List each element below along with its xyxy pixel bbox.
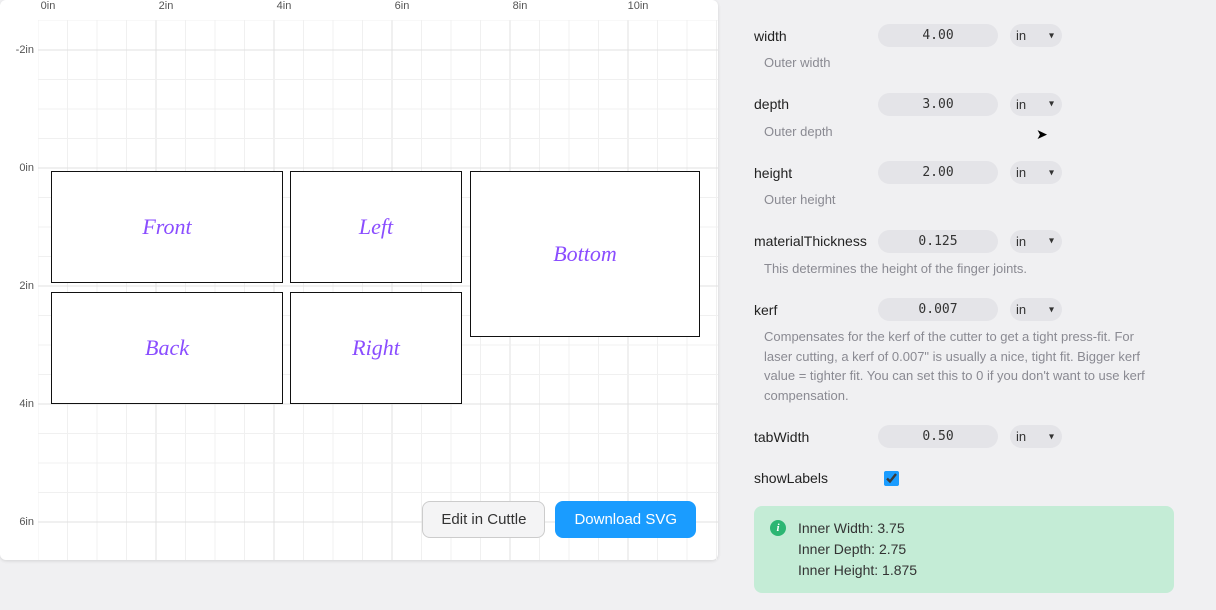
ruler-left: -2in 0in 2in 4in 6in — [0, 20, 38, 560]
material-thickness-input[interactable] — [878, 230, 998, 253]
show-labels-checkbox[interactable] — [884, 471, 899, 486]
ruler-tick: 10in — [628, 0, 649, 12]
ruler-tick: 2in — [19, 280, 34, 292]
param-label-tab-width: tabWidth — [754, 429, 878, 445]
material-thickness-unit-select[interactable]: in — [1010, 230, 1062, 253]
piece-bottom[interactable]: Bottom — [470, 171, 700, 337]
ruler-tick: 4in — [19, 398, 34, 410]
piece-label: Bottom — [553, 241, 617, 267]
tab-width-unit-select[interactable]: in — [1010, 425, 1062, 448]
depth-input[interactable] — [878, 93, 998, 116]
piece-back[interactable]: Back — [51, 292, 283, 404]
download-svg-button[interactable]: Download SVG — [555, 501, 696, 538]
width-unit-select[interactable]: in — [1010, 24, 1062, 47]
piece-left[interactable]: Left — [290, 171, 462, 283]
param-label-material-thickness: materialThickness — [754, 233, 878, 249]
ruler-tick: -2in — [16, 44, 34, 56]
info-inner-height: Inner Height: 1.875 — [798, 560, 917, 581]
info-inner-width: Inner Width: 3.75 — [798, 518, 917, 539]
param-desc: Compensates for the kerf of the cutter t… — [764, 327, 1164, 405]
param-desc: Outer height — [764, 190, 1164, 210]
info-icon: i — [770, 520, 786, 536]
width-input[interactable] — [878, 24, 998, 47]
kerf-input[interactable] — [878, 298, 998, 321]
depth-unit-select[interactable]: in — [1010, 93, 1062, 116]
ruler-tick: 4in — [277, 0, 292, 12]
piece-label: Left — [359, 214, 393, 240]
piece-label: Front — [142, 214, 191, 240]
param-label-depth: depth — [754, 96, 878, 112]
ruler-tick: 0in — [19, 162, 34, 174]
ruler-tick: 8in — [513, 0, 528, 12]
info-box: i Inner Width: 3.75 Inner Depth: 2.75 In… — [754, 506, 1174, 593]
param-label-kerf: kerf — [754, 302, 878, 318]
piece-right[interactable]: Right — [290, 292, 462, 404]
piece-front[interactable]: Front — [51, 171, 283, 283]
height-input[interactable] — [878, 161, 998, 184]
edit-in-cuttle-button[interactable]: Edit in Cuttle — [422, 501, 545, 538]
tab-width-input[interactable] — [878, 425, 998, 448]
piece-label: Right — [352, 335, 400, 361]
info-inner-depth: Inner Depth: 2.75 — [798, 539, 917, 560]
params-panel: width in ▾ Outer width depth in ▾ Outer … — [754, 0, 1194, 610]
ruler-tick: 6in — [19, 516, 34, 528]
ruler-tick: 0in — [41, 0, 56, 12]
canvas-viewport[interactable]: Front Left Back Right Bottom — [38, 20, 718, 560]
param-desc: Outer depth — [764, 122, 1164, 142]
ruler-tick: 2in — [159, 0, 174, 12]
param-desc: Outer width — [764, 53, 1164, 73]
param-label-width: width — [754, 28, 878, 44]
ruler-tick: 6in — [395, 0, 410, 12]
canvas-area: 0in 2in 4in 6in 8in 10in -2in 0in 2in 4i… — [0, 0, 718, 560]
param-desc: This determines the height of the finger… — [764, 259, 1164, 279]
piece-label: Back — [145, 335, 189, 361]
height-unit-select[interactable]: in — [1010, 161, 1062, 184]
kerf-unit-select[interactable]: in — [1010, 298, 1062, 321]
param-label-show-labels: showLabels — [754, 470, 878, 486]
param-label-height: height — [754, 165, 878, 181]
ruler-top: 0in 2in 4in 6in 8in 10in — [38, 0, 718, 20]
